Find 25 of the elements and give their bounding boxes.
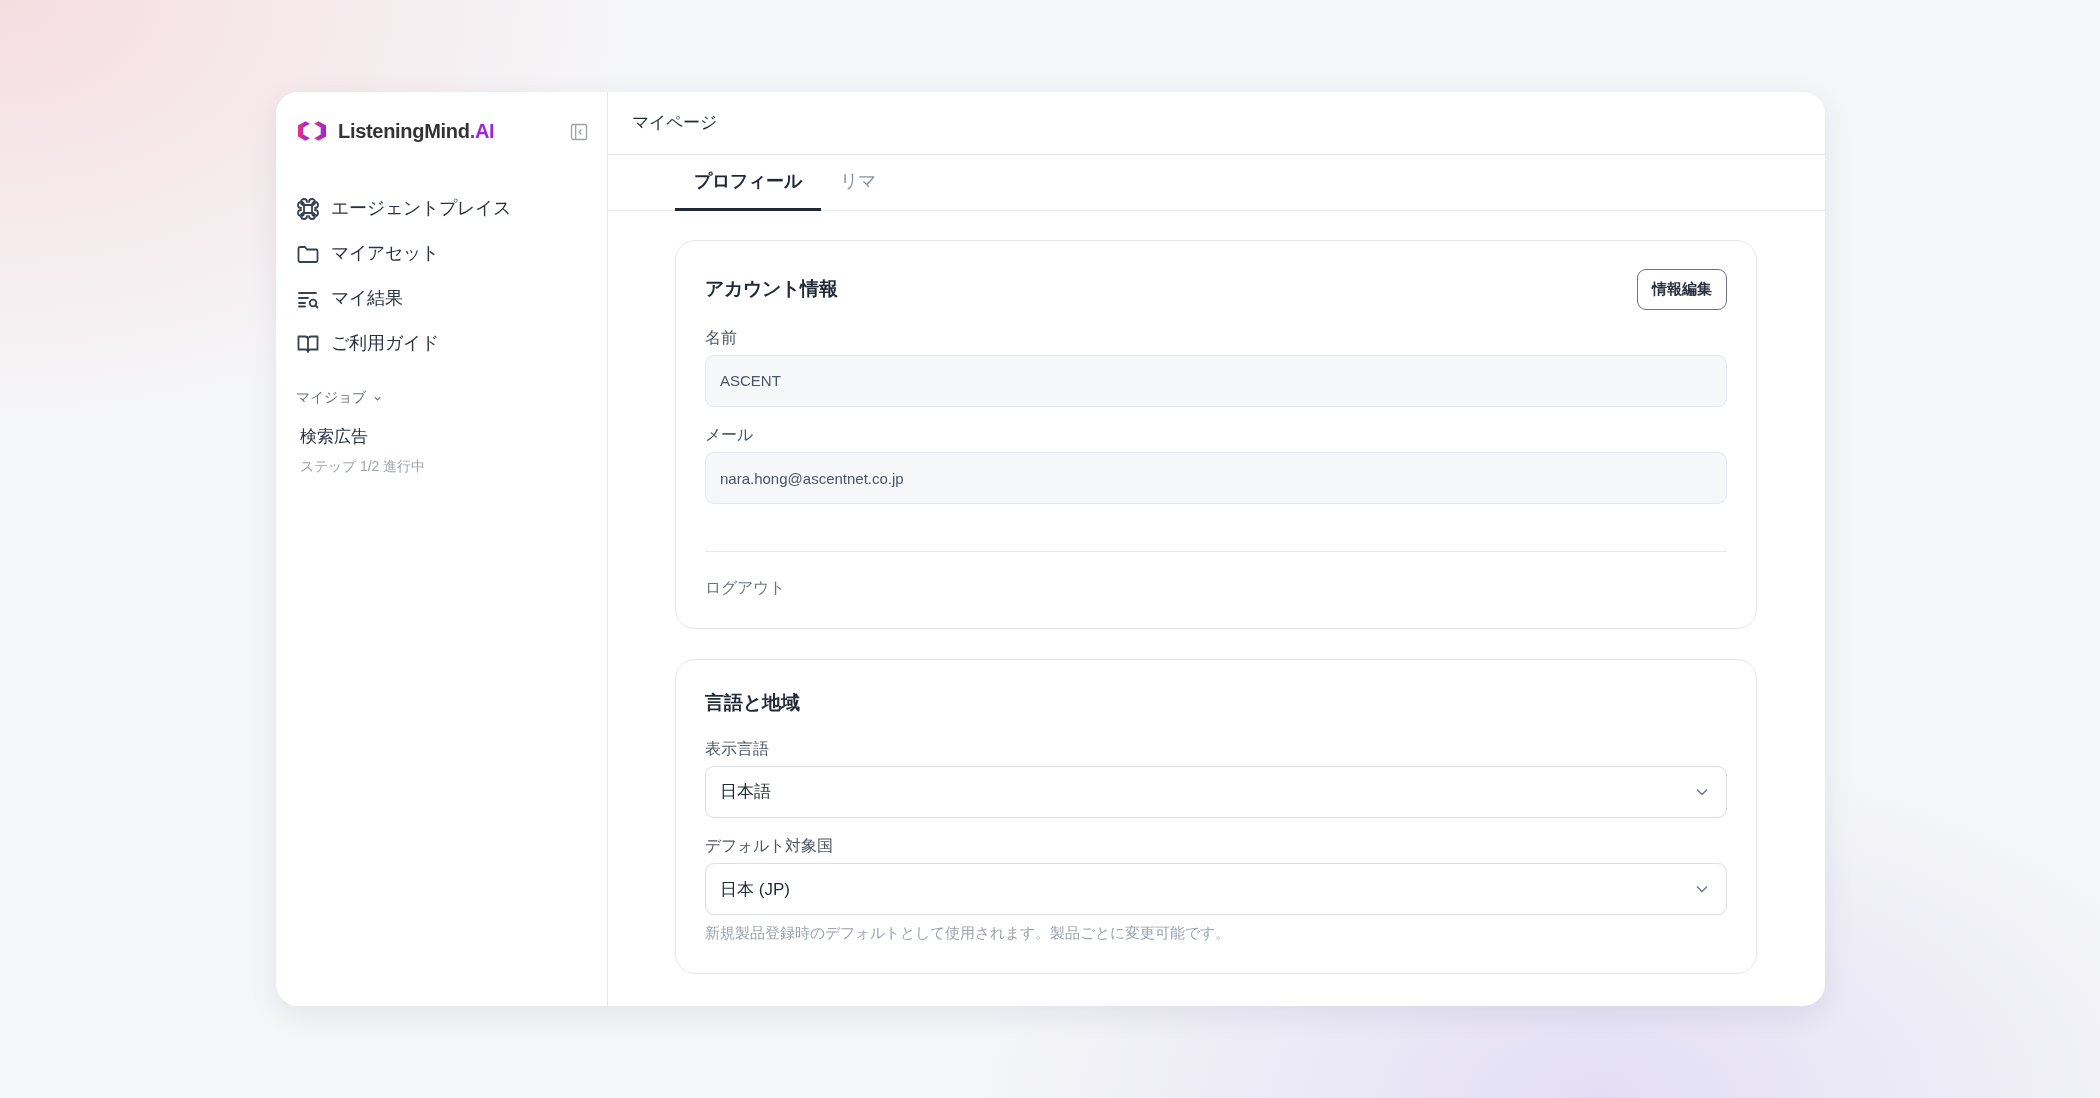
command-icon (296, 196, 320, 221)
job-status: ステップ 1/2 進行中 (300, 456, 427, 476)
field-label: 名前 (705, 327, 738, 348)
logo-text: ListeningMind.AI (338, 119, 495, 144)
select-field[interactable]: 日本語 (705, 766, 1727, 819)
hint-text: 新規製品登録時のデフォルトとして使用されます。製品ごとに変更可能です。 (705, 924, 1231, 944)
sidebar-item[interactable]: ご利用ガイド (294, 321, 589, 366)
job-title[interactable]: 検索広告 (300, 424, 583, 450)
input-field[interactable]: ASCENT (705, 354, 1727, 407)
field-label: デフォルト対象国 (705, 836, 834, 857)
sidebar-item[interactable]: マイアセット (294, 231, 589, 276)
logout-link[interactable]: ログアウト (705, 576, 785, 600)
field-label: メール (705, 424, 754, 445)
card-title: アカウント情報 (705, 277, 838, 301)
page-title: マイページ (632, 112, 717, 135)
edit-button[interactable]: 情報編集 (1637, 269, 1727, 310)
section-toggle[interactable]: マイジョブ (294, 388, 385, 409)
select-field[interactable]: 日本 (JP) (705, 863, 1727, 916)
field-label: 表示言語 (705, 738, 770, 759)
tab[interactable]: プロフィール (675, 155, 821, 211)
sidebar-item[interactable]: マイ結果 (294, 276, 589, 321)
card-title: 言語と地域 (705, 692, 801, 715)
input-field[interactable]: nara.hong@ascentnet.co.jp (705, 452, 1727, 504)
sidebar-item[interactable]: エージェントプレイス (294, 186, 589, 231)
sidebar-collapse-icon (569, 121, 589, 142)
